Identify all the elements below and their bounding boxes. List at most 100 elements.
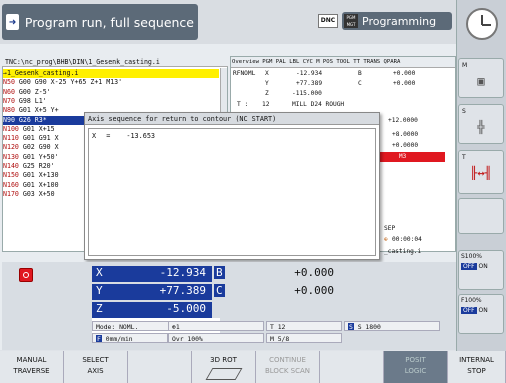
feed-override-value: F100%	[461, 297, 482, 304]
info-tool: T 12	[266, 321, 342, 331]
timer-icon: ⊕	[384, 236, 388, 243]
line-text: G02 G90 X	[18, 143, 59, 152]
program-line[interactable]: →1_Gesenk_casting.i	[3, 69, 219, 78]
softkey-select-axis[interactable]: SELECT AXIS	[64, 351, 128, 383]
line-text: →1_Gesenk_casting.i	[3, 69, 79, 77]
axis-x-value: -12.934	[159, 266, 206, 279]
status-file: _casting.i	[384, 248, 422, 255]
softkey-internal-stop[interactable]: INTERNAL STOP	[448, 351, 506, 383]
line-text: G26 R3*	[14, 115, 47, 124]
dialog-equals: =	[106, 132, 111, 140]
softkey-empty-2[interactable]	[320, 351, 384, 383]
softkey-3d-rot[interactable]: 3D ROT	[192, 351, 256, 383]
line-number: N170	[3, 189, 19, 198]
status-c-value: +0.000	[393, 80, 416, 87]
status-x-label: X	[265, 70, 269, 77]
line-number: N120	[3, 143, 19, 152]
m-function-button[interactable]: M ▣	[458, 58, 504, 98]
info-rotation: ⊕1	[168, 321, 264, 331]
info-m: M 5/8	[266, 333, 342, 343]
stop-icon	[19, 268, 33, 282]
mode-title: Program run, full sequence	[24, 14, 194, 30]
info-spindle: S S 1800	[344, 321, 440, 331]
axis-y-row: Y +77.389	[92, 284, 212, 300]
program-path: TNC:\nc_prog\BHB\DIN\1_Gesenk_casting.i	[2, 56, 228, 67]
status-tabs[interactable]: Overview PGM PAL LBL CYC M POS TOOL TT T…	[231, 57, 455, 68]
line-text: G25 R20'	[18, 162, 55, 170]
rotation-value: 1	[175, 323, 180, 331]
status-value-2: +8.0000	[392, 131, 419, 138]
line-number: N150	[3, 171, 19, 180]
line-number: N130	[3, 152, 19, 161]
line-number: N60	[3, 87, 15, 96]
line-text: G01 X+130	[18, 171, 59, 180]
softkey-empty-1[interactable]	[128, 351, 192, 383]
on-label: ON	[478, 263, 488, 270]
tool-change-icon: ╟↔╢	[470, 166, 492, 180]
program-line[interactable]: N70 G98 L1'	[3, 97, 219, 106]
machine-icon: ▣	[477, 74, 485, 88]
axis-y-label: Y	[96, 284, 103, 297]
line-text: G01 X+100	[18, 180, 59, 189]
status-y-label: Y	[265, 80, 269, 87]
dialog-axis: X	[92, 132, 97, 140]
axis-b-value: +0.000	[294, 266, 334, 279]
axis-c-label: C	[214, 284, 225, 297]
axis-x-label: X	[96, 266, 103, 279]
mode-header: ➜ Program run, full sequence	[2, 4, 198, 40]
off-toggle[interactable]: OFF	[461, 263, 477, 270]
dialog-input-area[interactable]: X = -13.653	[88, 128, 376, 256]
spindle-button[interactable]: S ╬	[458, 104, 504, 144]
status-y-value: +77.389	[296, 80, 323, 87]
status-z-value: -115.000	[292, 90, 322, 97]
empty-side-button[interactable]	[458, 198, 504, 234]
spindle-icon: ╬	[477, 120, 485, 134]
axis-b-label: B	[214, 266, 225, 279]
clock-icon[interactable]	[466, 8, 498, 40]
feed-value: 0mm/min	[105, 335, 133, 343]
line-number: N140	[3, 162, 19, 170]
axis-c-value: +0.000	[294, 284, 334, 297]
status-t-label: T :	[237, 101, 249, 108]
run-time: 00:00:04	[392, 236, 422, 243]
program-line[interactable]: N50 G00 G90 X-25 Y+65 Z+1 M13'	[3, 78, 219, 87]
s-label: S	[462, 108, 466, 115]
dnc-icon[interactable]: DNC	[318, 14, 338, 28]
line-number: N160	[3, 180, 19, 189]
softkey-manual-traverse[interactable]: MANUAL TRAVERSE	[0, 351, 64, 383]
3d-rot-label: 3D ROT	[210, 356, 237, 364]
spindle-speed: S 1800	[357, 323, 381, 331]
softkey-posit-logic[interactable]: POSIT LOGIC	[384, 351, 448, 383]
3d-rotate-icon	[205, 368, 242, 380]
line-text: G01 G91 X	[18, 134, 59, 143]
line-text: G01 X+15	[18, 124, 55, 133]
spindle-override[interactable]: S100% OFF ON	[458, 250, 504, 290]
axis-c-row: C +0.000	[212, 284, 340, 300]
feed-override[interactable]: F100% OFF ON	[458, 294, 504, 334]
sep-label: SEP	[384, 225, 396, 232]
line-number: N80	[3, 106, 15, 115]
spindle-status-bar: M3	[370, 152, 445, 162]
axis-x-row: X -12.934	[92, 266, 212, 282]
programming-button[interactable]: PGM MGT Programming	[342, 12, 452, 30]
line-number: N100	[3, 124, 19, 133]
axis-y-value: +77.389	[159, 284, 206, 297]
spindle-override-value: S100%	[461, 253, 482, 260]
status-z-label: Z	[265, 90, 269, 97]
off-toggle-feed[interactable]: OFF	[461, 307, 477, 314]
status-c-label: C	[358, 80, 362, 87]
axis-z-value: -5.000	[166, 302, 206, 315]
pgm-mgt-icon: PGM MGT	[344, 14, 358, 28]
tool-button[interactable]: T ╟↔╢	[458, 150, 504, 194]
s-icon: S	[348, 323, 354, 331]
line-number: N110	[3, 134, 19, 143]
status-value-3: +0.0000	[392, 142, 419, 149]
program-line[interactable]: N60 G00 Z-5'	[3, 88, 219, 97]
status-t-number: 12	[262, 101, 270, 108]
line-text: G03 X+50	[18, 189, 55, 198]
axis-z-label: Z	[96, 302, 103, 315]
m3-label: M3	[399, 153, 407, 160]
status-b-value: +0.000	[393, 70, 416, 77]
softkey-continue-block-scan[interactable]: CONTINUE BLOCK SCAN	[256, 351, 320, 383]
dialog-value[interactable]: -13.653	[126, 132, 155, 140]
